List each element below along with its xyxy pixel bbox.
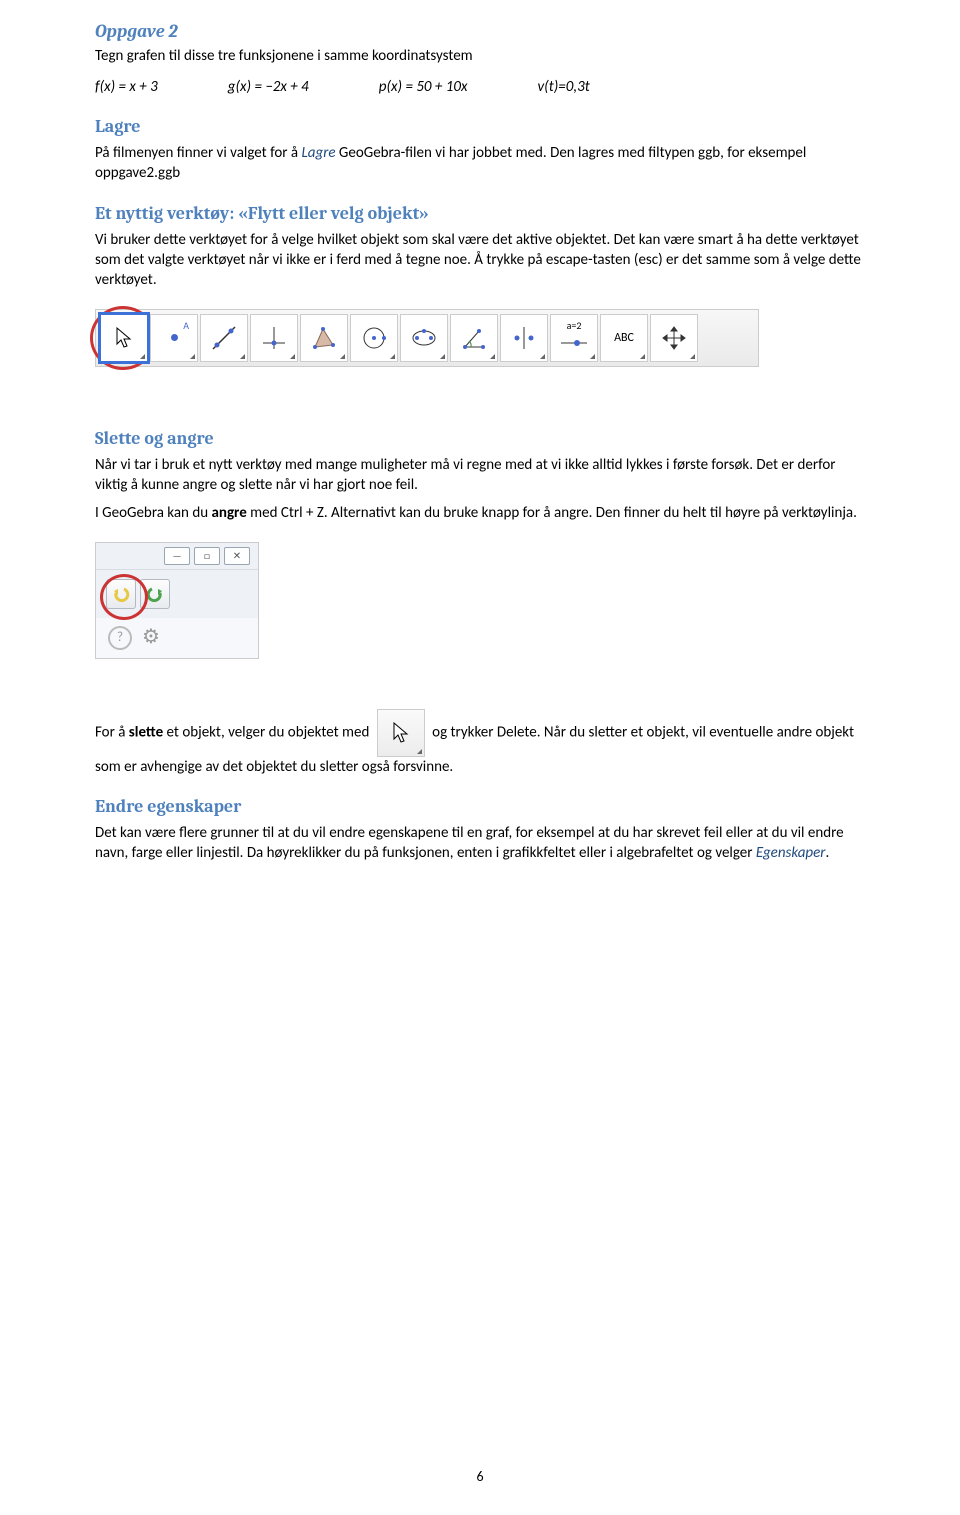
polygon-icon [309,323,339,353]
perp-icon [259,323,289,353]
help-icon[interactable]: ? [108,626,132,650]
heading-endre: Endre egenskaper [95,795,865,819]
inline-pointer-button[interactable] [377,709,425,757]
slette-p3-c: et objekt, velger du objektet med [163,723,373,741]
window-titlebar: — □ ✕ [96,543,258,570]
tool-circle[interactable] [350,314,398,362]
text-icon: ABC [614,330,634,346]
window-min-button[interactable]: — [164,547,190,565]
slette-p2: I GeoGebra kan du angre med Ctrl + Z. Al… [95,503,865,523]
tool-reflect[interactable] [500,314,548,362]
undo-toolbar2: ? ⚙ [96,618,258,658]
heading-verktoy: Et nyttig verktøy: «Flytt eller velg obj… [95,202,865,226]
func-v: v(t)=0,3t [537,77,589,97]
endre-term: Egenskaper [756,844,826,862]
func-g: g(x) = −2x + 4 [228,77,309,97]
undo-icon [112,585,130,603]
angle-icon [459,323,489,353]
oppgave2-intro: Tegn grafen til disse tre funksjonene i … [95,46,865,66]
heading-slette: Slette og angre [95,427,865,451]
endre-p1: Det kan være flere grunner til at du vil… [95,823,865,864]
lagre-text: På filmenyen finner vi valget for å Lagr… [95,143,865,184]
tool-perpendicular[interactable] [250,314,298,362]
function-row: f(x) = x + 3 g(x) = −2x + 4 p(x) = 50 + … [95,77,865,97]
slette-p2-a: I GeoGebra kan du [95,504,211,522]
redo-icon [146,585,164,603]
slette-slette: slette [129,723,163,741]
circle-icon [359,323,389,353]
heading-lagre: Lagre [95,115,865,139]
reflect-icon [509,323,539,353]
move-icon [661,325,687,351]
page-number: 6 [0,1468,960,1487]
heading-oppgave2: Oppgave 2 [95,20,865,44]
slette-p3-a: For å [95,723,129,741]
slider-icon [559,337,589,349]
tool-move-view[interactable] [650,314,698,362]
window-close-button[interactable]: ✕ [224,547,250,565]
slette-angre: angre [211,504,246,522]
tool-polygon[interactable] [300,314,348,362]
tool-conic[interactable] [400,314,448,362]
slette-p2-c: med Ctrl + Z. Alternativt kan du bruke k… [247,504,857,522]
verktoy-text: Vi bruker dette verktøyet for å velge hv… [95,230,865,291]
slette-p3: For å slette et objekt, velger du objekt… [95,709,865,777]
func-f: f(x) = x + 3 [95,77,158,97]
slette-p1: Når vi tar i bruk et nytt verktøy med ma… [95,455,865,496]
endre-p1-a: Det kan være flere grunner til at du vil… [95,824,844,862]
redo-button[interactable] [140,579,170,609]
ellipse-icon [409,323,439,353]
pointer-icon [115,327,133,349]
gear-icon[interactable]: ⚙ [142,624,160,651]
endre-p1-b: . [825,844,829,862]
tool-angle[interactable] [450,314,498,362]
undo-figure: — □ ✕ ? ⚙ [95,542,259,659]
tool-point[interactable]: A [150,314,198,362]
geogebra-toolbar: A a=2 ABC [95,309,759,367]
undo-button[interactable] [106,579,136,609]
window-max-button[interactable]: □ [194,547,220,565]
func-p: p(x) = 50 + 10x [379,77,468,97]
lagre-text-a: På filmenyen finner vi valget for å [95,144,301,162]
lagre-term: Lagre [301,144,335,162]
tool-text[interactable]: ABC [600,314,648,362]
line-icon [209,323,239,353]
tool-move[interactable] [100,314,148,362]
tool-slider[interactable]: a=2 [550,314,598,362]
tool-line[interactable] [200,314,248,362]
undo-toolbar [96,570,258,618]
pointer-icon-inline [392,722,410,744]
